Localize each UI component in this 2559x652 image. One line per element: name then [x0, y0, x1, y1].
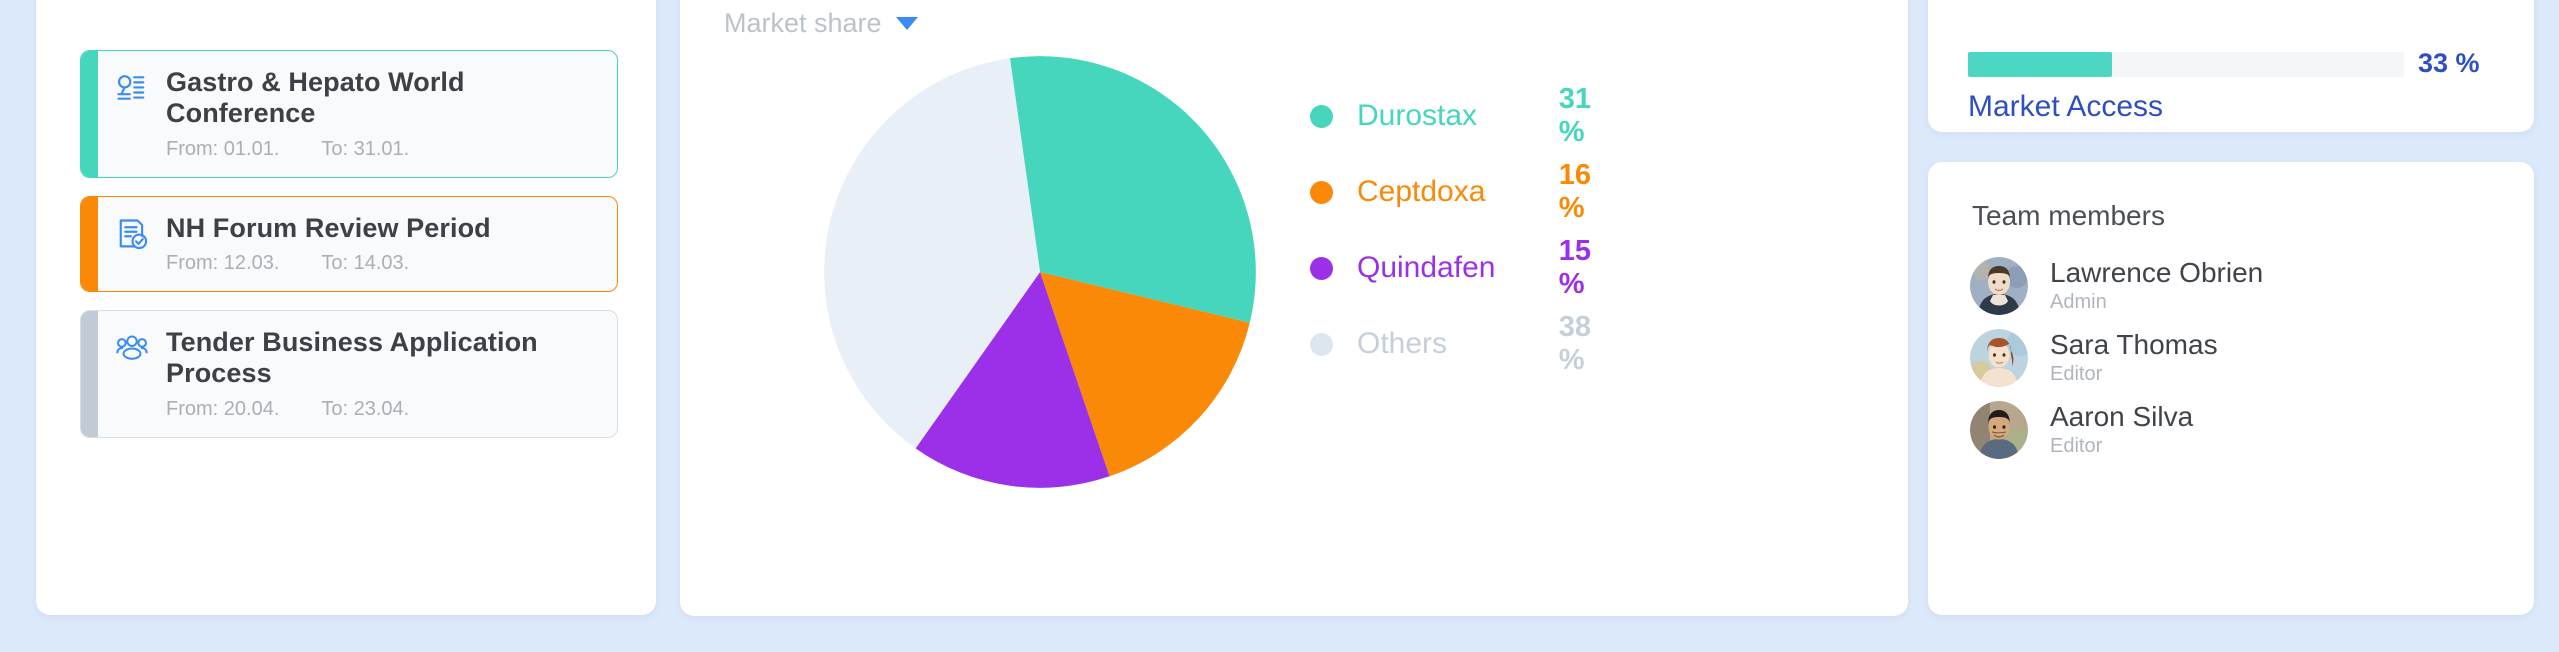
event-card-tender[interactable]: Tender Business Application Process From…	[80, 310, 618, 438]
member-name: Aaron Silva	[2050, 400, 2194, 432]
group-people-icon	[114, 327, 152, 421]
legend-label: Others	[1357, 327, 1448, 360]
progress-label-link[interactable]: Market Access	[1968, 90, 2163, 124]
list-item[interactable]: Lawrence Obrien Admin	[1970, 254, 2504, 318]
member-role: Editor	[2050, 435, 2103, 458]
legend-color-swatch	[1310, 332, 1333, 356]
progress-percent-label: 33 %	[2418, 48, 2480, 78]
event-dates: From: 01.01. To: 31.01.	[166, 138, 599, 161]
market-access-progress-card: 33 % Market Access	[1928, 0, 2534, 132]
avatar-photo-sara	[1970, 329, 2028, 387]
progress-bar-fill	[1968, 52, 2112, 77]
member-name: Lawrence Obrien	[2050, 256, 2264, 288]
events-list: Gastro & Hepato World Conference From: 0…	[80, 50, 618, 456]
event-dates: From: 20.04. To: 23.04.	[166, 398, 599, 421]
market-share-selected-value: Market share	[724, 8, 882, 38]
legend-label: Durostax	[1357, 99, 1478, 132]
avatar-photo-lawrence	[1970, 257, 2028, 315]
event-to-date: To: 31.01.	[321, 137, 410, 160]
event-to-date: To: 23.04.	[321, 397, 410, 420]
event-card-gastro[interactable]: Gastro & Hepato World Conference From: 0…	[80, 50, 618, 178]
pie-svg	[824, 56, 1256, 488]
dashboard-page: Upcoming events Go to Modul ›	[0, 0, 2559, 652]
team-members-list: Lawrence Obrien Admin Sara Thomas Editor…	[1970, 254, 2504, 462]
list-item[interactable]: Aaron Silva Editor	[1970, 398, 2504, 462]
event-dates: From: 12.03. To: 14.03.	[166, 252, 491, 275]
legend-item-durostax[interactable]: Durostax 31 %	[1310, 78, 1617, 154]
legend-item-ceptdoxa[interactable]: Ceptdoxa 16 %	[1310, 154, 1617, 230]
avatar	[1970, 401, 2028, 459]
event-to-date: To: 14.03.	[321, 252, 410, 275]
legend-item-quindafen[interactable]: Quindafen 15 %	[1310, 230, 1617, 306]
legend-value: 15 %	[1558, 235, 1592, 300]
member-role: Editor	[2050, 363, 2103, 386]
team-members-card: Team members Lawrence Obrien Admin Sara …	[1928, 162, 2534, 615]
legend-label: Ceptdoxa	[1357, 175, 1486, 208]
event-card-nh-forum[interactable]: NH Forum Review Period From: 12.03. To: …	[80, 195, 618, 293]
pie-legend: Durostax 31 % Ceptdoxa 16 % Quindafen 15…	[1310, 78, 1617, 382]
avatar-photo-aaron	[1970, 401, 2028, 459]
member-role: Admin	[2050, 291, 2107, 314]
document-check-icon	[114, 213, 152, 276]
legend-value: 38 %	[1558, 311, 1592, 376]
event-title: Tender Business Application Process	[166, 327, 538, 389]
legend-color-swatch	[1310, 104, 1333, 128]
upcoming-events-card: Upcoming events Go to Modul ›	[36, 0, 656, 615]
legend-label: Quindafen	[1357, 251, 1496, 284]
event-from-date: From: 12.03.	[166, 252, 280, 275]
contact-list-icon	[114, 67, 152, 161]
list-item[interactable]: Sara Thomas Editor	[1970, 326, 2504, 390]
avatar	[1970, 257, 2028, 315]
legend-color-swatch	[1310, 256, 1333, 280]
market-share-pie-chart	[822, 54, 1258, 495]
event-accent-bar	[81, 311, 98, 437]
avatar	[1970, 329, 2028, 387]
member-name: Sara Thomas	[2050, 328, 2218, 360]
competitors-card: Competitors Go to Modul › Market share D…	[680, 0, 1908, 616]
chevron-down-icon	[895, 17, 918, 30]
event-from-date: From: 01.01.	[166, 137, 280, 160]
legend-color-swatch	[1310, 180, 1333, 204]
progress-bar-track	[1968, 52, 2404, 77]
legend-value: 16 %	[1558, 159, 1592, 224]
event-accent-bar	[81, 51, 98, 177]
team-members-title: Team members	[1972, 200, 2165, 231]
event-accent-bar	[81, 196, 98, 292]
legend-value: 31 %	[1558, 83, 1592, 148]
legend-item-others[interactable]: Others 38 %	[1310, 306, 1617, 382]
event-title: Gastro & Hepato World Conference	[166, 67, 465, 128]
event-from-date: From: 20.04.	[166, 397, 280, 420]
market-share-dropdown[interactable]: Market share	[724, 8, 918, 39]
event-title: NH Forum Review Period	[166, 212, 491, 243]
